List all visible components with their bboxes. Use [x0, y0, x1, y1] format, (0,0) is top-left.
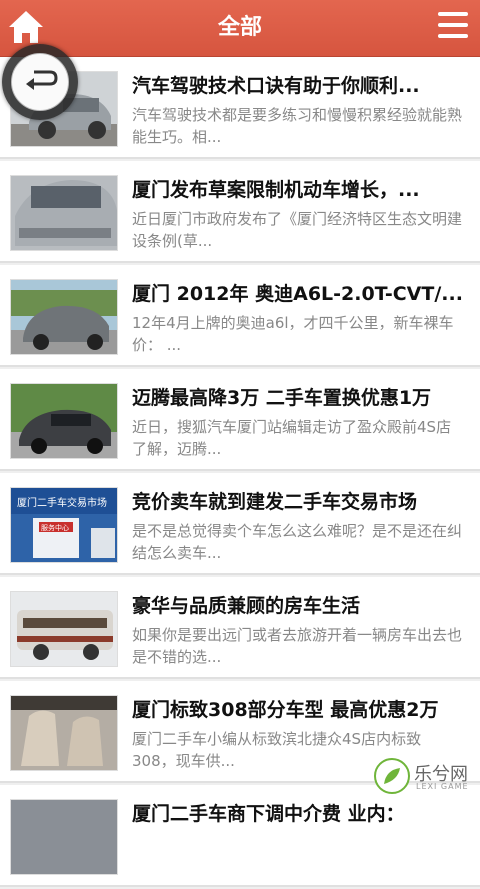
list-item[interactable]: 厦门二手车交易市场 服务中心 竞价卖车就到建发二手车交易市场 是不是总觉得卖个车…: [0, 473, 480, 575]
article-title: 厦门发布草案限制机动车增长，...: [132, 179, 420, 201]
article-thumbnail: 厦门二手车交易市场 服务中心: [10, 487, 118, 563]
page-title: 全部: [217, 15, 262, 40]
watermark-logo-icon: [374, 758, 410, 794]
site-watermark: 乐兮网 LEXI GAME: [374, 756, 474, 796]
market-sign-text: 厦门二手车交易市场: [17, 496, 107, 509]
list-item[interactable]: 厦门 2012年 奥迪A6L-2.0T-CVT/... 12年4月上牌的奥迪a6…: [0, 265, 480, 367]
article-title: 厦门 2012年 奥迪A6L-2.0T-CVT/...: [132, 283, 463, 305]
article-summary: 汽车驾驶技术都是要多练习和慢慢积累经验就能熟能生巧。相...: [132, 106, 462, 146]
back-button-face: [11, 53, 69, 111]
menu-button[interactable]: [438, 12, 468, 42]
article-title: 竞价卖车就到建发二手车交易市场: [132, 491, 418, 513]
list-item[interactable]: 迈腾最高降3万 二手车置换优惠1万 近日，搜狐汽车厦门站编辑走访了盈众殿前4S店…: [0, 369, 480, 471]
list-item[interactable]: 厦门发布草案限制机动车增长，... 近日厦门市政府发布了《厦门经济特区生态文明建…: [0, 161, 480, 263]
article-summary: 是不是总觉得卖个车怎么这么难呢？是不是还在纠结怎么卖车...: [132, 522, 462, 562]
article-title: 豪华与品质兼顾的房车生活: [132, 595, 361, 617]
article-thumbnail: [10, 175, 118, 251]
article-thumbnail: [10, 383, 118, 459]
article-thumbnail: [10, 279, 118, 355]
article-summary: 近日厦门市政府发布了《厦门经济特区生态文明建设条例(草...: [132, 210, 462, 250]
article-title: 汽车驾驶技术口诀有助于你顺利...: [132, 75, 420, 97]
list-item[interactable]: 豪华与品质兼顾的房车生活 如果你是要出远门或者去旅游开着一辆房车出去也是不错的选…: [0, 577, 480, 679]
article-thumbnail: [10, 591, 118, 667]
menu-icon-bar: [438, 23, 468, 27]
article-summary: [132, 832, 462, 876]
article-title: 厦门标致308部分车型 最高优惠2万: [132, 699, 439, 721]
center-sign-text: 服务中心: [41, 523, 69, 532]
app-header: 全部: [0, 0, 480, 57]
article-title: 厦门二手车商下调中介费 业内：: [132, 803, 405, 825]
article-summary: 近日，搜狐汽车厦门站编辑走访了盈众殿前4S店了解，迈腾...: [132, 418, 452, 458]
article-thumbnail: [10, 695, 118, 771]
article-title: 迈腾最高降3万 二手车置换优惠1万: [132, 387, 432, 409]
article-summary: 如果你是要出远门或者去旅游开着一辆房车出去也是不错的选...: [132, 626, 462, 666]
article-thumbnail: [10, 799, 118, 875]
menu-icon-bar: [438, 34, 468, 38]
watermark-subtext: LEXI GAME: [416, 782, 469, 791]
floating-back-button[interactable]: [2, 44, 78, 120]
menu-icon-bar: [438, 12, 468, 16]
back-arrow-icon: [26, 70, 58, 90]
article-summary: 12年4月上牌的奥迪a6l，才四千公里，新车裸车价： ...: [132, 314, 454, 354]
list-item[interactable]: 厦门二手车商下调中介费 业内：: [0, 785, 480, 887]
